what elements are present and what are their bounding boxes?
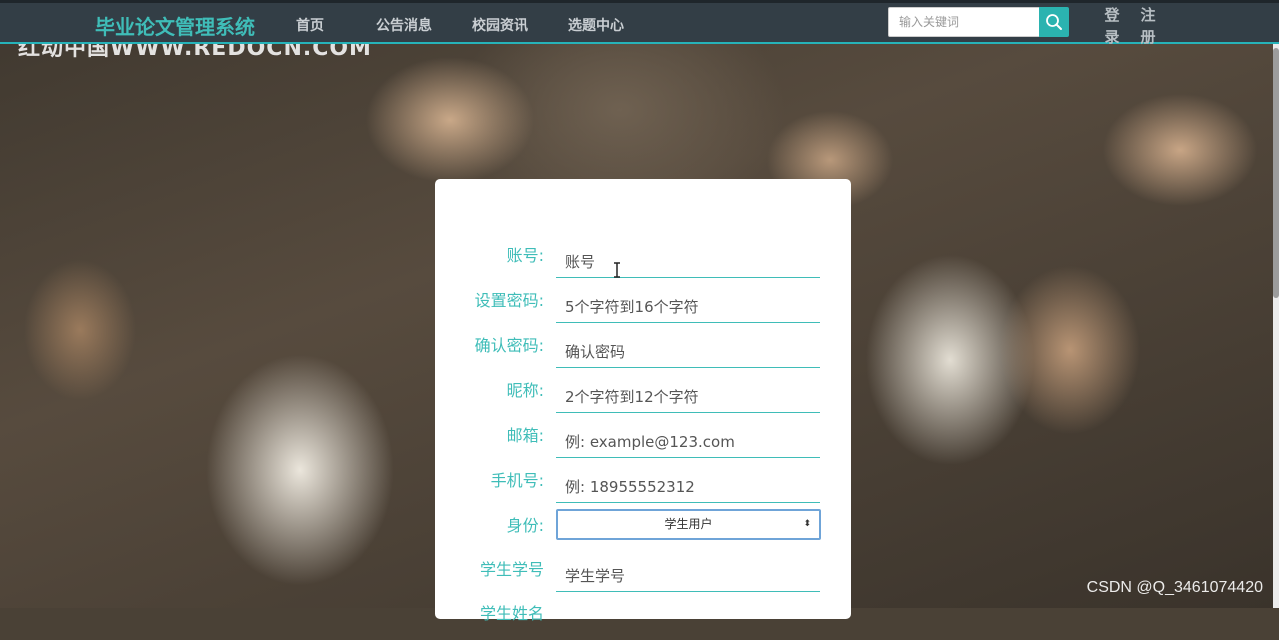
form-row-password: 设置密码: 5个字符到16个字符 bbox=[435, 287, 851, 327]
nav-link-campus-news[interactable]: 校园资讯 bbox=[472, 15, 528, 35]
csdn-watermark: CSDN @Q_3461074420 bbox=[1086, 579, 1263, 596]
confirm-password-label: 确认密码: bbox=[474, 336, 544, 355]
student-id-input[interactable]: 学生学号 bbox=[556, 562, 820, 592]
search-input[interactable]: 输入关键词 bbox=[888, 7, 1040, 37]
register-form-panel: 账号: 账号 设置密码: 5个字符到16个字符 确认密码: 确认密码 昵称: 2… bbox=[435, 179, 851, 623]
email-input[interactable]: 例: example@123.com bbox=[556, 428, 820, 458]
top-navbar: 毕业论文管理系统 首页 公告消息 校园资讯 选题中心 输入关键词 登 录 注 册 bbox=[0, 0, 1279, 46]
login-link[interactable]: 登 录 bbox=[1103, 4, 1121, 48]
search-icon bbox=[1046, 14, 1062, 30]
nickname-input[interactable]: 2个字符到12个字符 bbox=[556, 383, 820, 413]
text-cursor-icon bbox=[614, 262, 620, 278]
login-char-1: 登 bbox=[1104, 6, 1120, 24]
account-input[interactable]: 账号 bbox=[556, 248, 820, 278]
nickname-label: 昵称: bbox=[506, 381, 544, 400]
nav-link-home[interactable]: 首页 bbox=[296, 15, 324, 35]
form-row-account: 账号: 账号 bbox=[435, 242, 851, 282]
form-row-student-id: 学生学号 学生学号 bbox=[435, 556, 851, 596]
form-row-email: 邮箱: 例: example@123.com bbox=[435, 422, 851, 462]
identity-select[interactable]: 学生用户 ⬍ bbox=[556, 509, 821, 540]
form-row-student-name: 学生姓名 bbox=[435, 600, 851, 640]
nav-link-topic-center[interactable]: 选题中心 bbox=[568, 15, 624, 35]
form-row-nickname: 昵称: 2个字符到12个字符 bbox=[435, 377, 851, 417]
nav-link-announcements[interactable]: 公告消息 bbox=[376, 15, 432, 35]
register-link[interactable]: 注 册 bbox=[1139, 4, 1157, 48]
account-label: 账号: bbox=[506, 246, 544, 265]
password-label: 设置密码: bbox=[474, 291, 544, 310]
page-scrollbar-thumb[interactable] bbox=[1273, 48, 1279, 298]
form-row-phone: 手机号: 例: 18955552312 bbox=[435, 467, 851, 507]
form-row-identity: 身份: 学生用户 ⬍ bbox=[435, 509, 851, 552]
search-button[interactable] bbox=[1039, 7, 1069, 37]
student-name-label: 学生姓名 bbox=[479, 604, 544, 623]
identity-selected-value: 学生用户 bbox=[664, 517, 713, 531]
student-id-label: 学生学号 bbox=[479, 560, 544, 579]
password-input[interactable]: 5个字符到16个字符 bbox=[556, 293, 820, 323]
register-char-1: 注 bbox=[1140, 6, 1156, 24]
phone-input[interactable]: 例: 18955552312 bbox=[556, 473, 820, 503]
site-brand[interactable]: 毕业论文管理系统 bbox=[95, 11, 255, 40]
register-char-2: 册 bbox=[1140, 28, 1156, 46]
identity-label: 身份: bbox=[506, 516, 544, 535]
phone-label: 手机号: bbox=[490, 471, 544, 490]
form-row-confirm-password: 确认密码: 确认密码 bbox=[435, 332, 851, 372]
login-char-2: 录 bbox=[1104, 28, 1120, 46]
select-arrow-icon: ⬍ bbox=[803, 519, 811, 529]
confirm-password-input[interactable]: 确认密码 bbox=[556, 338, 820, 368]
email-label: 邮箱: bbox=[506, 426, 544, 445]
